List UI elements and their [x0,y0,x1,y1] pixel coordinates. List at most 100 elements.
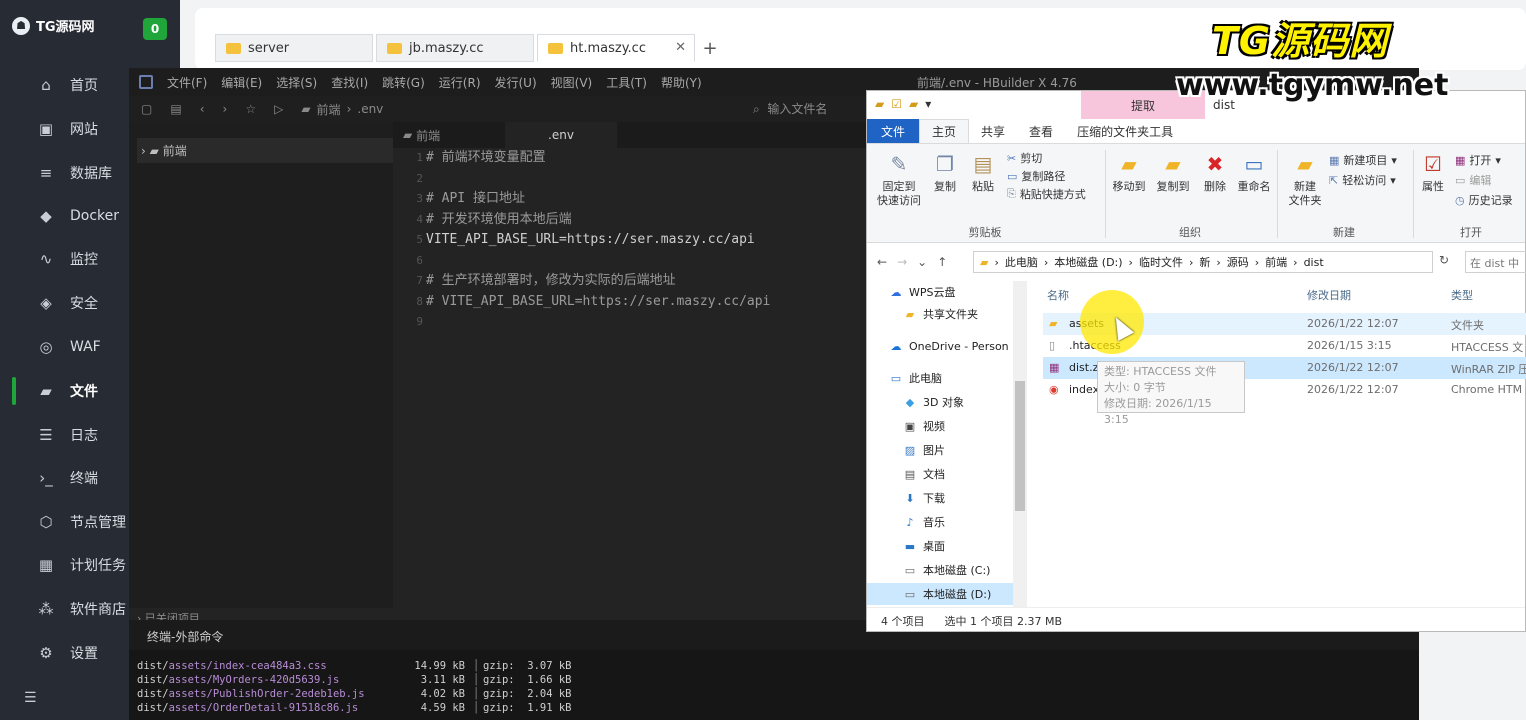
tab-env[interactable]: .env [505,122,617,148]
delete-button[interactable]: ✖ 删除 [1197,150,1233,194]
paste-shortcut-button[interactable]: ⎘ 粘贴快捷方式 [1007,186,1086,202]
tab-jb-maszy[interactable]: jb.maszy.cc [376,34,534,62]
code-editor[interactable]: # 前端环境变量配置 # API 接口地址 # 开发环境使用本地后端 VITE_… [426,148,770,333]
chevron-right-icon: › [1254,255,1260,269]
pin-button[interactable]: ✎ 固定到 快速访问 [873,150,925,208]
paste-button[interactable]: ▤ 粘贴 [965,150,1001,194]
nav-item-drive-c[interactable]: ▭ 本地磁盘 (C:) [867,559,1013,581]
code-line[interactable]: # 开发环境使用本地后端 [426,210,770,231]
forward-arrow-icon[interactable]: → [897,255,907,269]
easy-access-button[interactable]: ⇱ 轻松访问 ▾ [1329,172,1396,188]
code-line[interactable]: # 前端环境变量配置 [426,148,770,169]
folder-icon[interactable]: ▰ [875,97,884,111]
menu-help[interactable]: 帮助(Y) [661,74,702,91]
menu-goto[interactable]: 跳转(G) [382,74,425,91]
open-button[interactable]: ▦ 打开 ▾ [1455,152,1501,168]
code-line[interactable]: # VITE_API_BASE_URL=https://ser.maszy.cc… [426,292,770,313]
tab-server[interactable]: server [215,34,373,62]
menu-publish[interactable]: 发行(U) [495,74,537,91]
close-icon[interactable]: ✕ [675,40,686,55]
tab-share[interactable]: 共享 [969,123,1017,140]
menu-file[interactable]: 文件(F) [167,74,207,91]
nav-item-3d[interactable]: ◆ 3D 对象 [867,391,1013,413]
code-line[interactable]: VITE_API_BASE_URL=https://ser.maszy.cc/a… [426,230,770,251]
nav-item-shared[interactable]: ▰ 共享文件夹 [867,303,1013,325]
tab-ht-maszy[interactable]: ht.maszy.cc ✕ [537,34,695,62]
sidebar-item-label: WAF [70,339,101,355]
new-item-button[interactable]: ▦ 新建项目 ▾ [1329,152,1397,168]
address-segment[interactable]: 前端 [1265,254,1287,270]
edit-button[interactable]: ▭ 编辑 [1455,172,1491,188]
copy-button[interactable]: ❐ 复制 [927,150,963,194]
save-icon[interactable]: ▤ [170,102,181,116]
nav-item-this-pc[interactable]: ▭ 此电脑 [867,367,1013,389]
copy-to-button[interactable]: ▰ 复制到 [1153,150,1193,194]
copy-path-button[interactable]: ▭ 复制路径 [1007,168,1065,184]
nav-item-documents[interactable]: ▤ 文档 [867,463,1013,485]
nav-item-music[interactable]: ♪ 音乐 [867,511,1013,533]
nav-scrollbar[interactable] [1013,281,1027,607]
nav-item-drive-d[interactable]: ▭ 本地磁盘 (D:) [867,583,1013,605]
code-line[interactable] [426,312,770,333]
address-segment[interactable]: 新 [1199,254,1210,270]
menu-select[interactable]: 选择(S) [276,74,317,91]
up-arrow-icon[interactable]: ↑ [937,255,947,269]
explorer-search-input[interactable]: 在 dist 中 [1465,251,1526,273]
nav-item-downloads[interactable]: ⬇ 下载 [867,487,1013,509]
column-type[interactable]: 类型 [1451,287,1473,303]
nav-item-videos[interactable]: ▣ 视频 [867,415,1013,437]
scrollbar-thumb[interactable] [1015,381,1025,511]
run-icon[interactable]: ▷ [274,102,283,116]
nav-item-desktop[interactable]: ▬ 桌面 [867,535,1013,557]
new-file-icon[interactable]: ▢ [141,102,152,116]
menu-view[interactable]: 视图(V) [551,74,593,91]
code-line[interactable]: # API 接口地址 [426,189,770,210]
back-arrow-icon[interactable]: ← [877,255,887,269]
back-icon[interactable]: ‹ [200,102,205,116]
collapse-menu-icon[interactable]: ☰ [24,690,37,706]
address-segment[interactable]: 本地磁盘 (D:) [1054,254,1122,270]
breadcrumb-file[interactable]: .env [357,102,383,116]
add-tab-button[interactable]: + [698,36,722,60]
new-folder-icon[interactable]: ▰ [909,97,918,111]
move-to-button[interactable]: ▰ 移动到 [1109,150,1149,194]
menu-edit[interactable]: 编辑(E) [221,74,262,91]
tab-compressed-tools[interactable]: 压缩的文件夹工具 [1065,123,1185,140]
address-segment[interactable]: 临时文件 [1139,254,1183,270]
file-search-input[interactable]: ⌕ 输入文件名 [753,100,827,117]
rename-button[interactable]: ▭ 重命名 [1235,150,1273,194]
project-node[interactable]: › ▰ 前端 [137,138,393,163]
code-line[interactable]: # 生产环境部署时，修改为实际的后端地址 [426,271,770,292]
star-icon[interactable]: ☆ [245,102,256,116]
refresh-icon[interactable]: ↻ [1439,253,1449,267]
address-bar[interactable]: ▰ › 此电脑 › 本地磁盘 (D:) › 临时文件 › 新 › 源码 › 前端 › dis… [973,251,1433,273]
tab-project[interactable]: ▰ 前端 [393,122,505,148]
tab-home[interactable]: 主页 [919,119,970,143]
brand-logo-icon: ☗ [12,16,30,35]
address-segment[interactable]: dist [1304,256,1324,269]
address-segment[interactable]: 此电脑 [1005,254,1038,270]
menu-tools[interactable]: 工具(T) [606,74,647,91]
code-line[interactable] [426,251,770,272]
new-folder-button[interactable]: ▰ 新建 文件夹 [1285,150,1325,208]
tab-view[interactable]: 查看 [1017,123,1065,140]
menu-find[interactable]: 查找(I) [331,74,368,91]
properties-button[interactable]: ☑ 属性 [1417,150,1449,194]
history-button[interactable]: ◷ 历史记录 [1455,192,1513,208]
nav-item-onedrive[interactable]: ☁ OneDrive - Person [867,335,1013,357]
nav-item-pictures[interactable]: ▨ 图片 [867,439,1013,461]
column-date[interactable]: 修改日期 [1307,287,1351,303]
chevron-down-icon[interactable]: ⌄ [917,255,927,269]
cut-button[interactable]: ✂ 剪切 [1007,150,1042,166]
properties-icon[interactable]: ☑ [891,97,902,111]
forward-icon[interactable]: › [223,102,228,116]
breadcrumb-folder[interactable]: 前端 [317,101,341,118]
menu-run[interactable]: 运行(R) [439,74,481,91]
address-segment[interactable]: 源码 [1227,254,1249,270]
message-badge[interactable]: 0 [143,18,167,40]
code-line[interactable] [426,169,770,190]
column-name[interactable]: 名称 [1047,287,1069,303]
tab-file[interactable]: 文件 [867,119,920,143]
nav-item-wps[interactable]: ☁ WPS云盘 [867,281,1013,303]
chevron-down-icon[interactable]: ▾ [925,97,931,111]
